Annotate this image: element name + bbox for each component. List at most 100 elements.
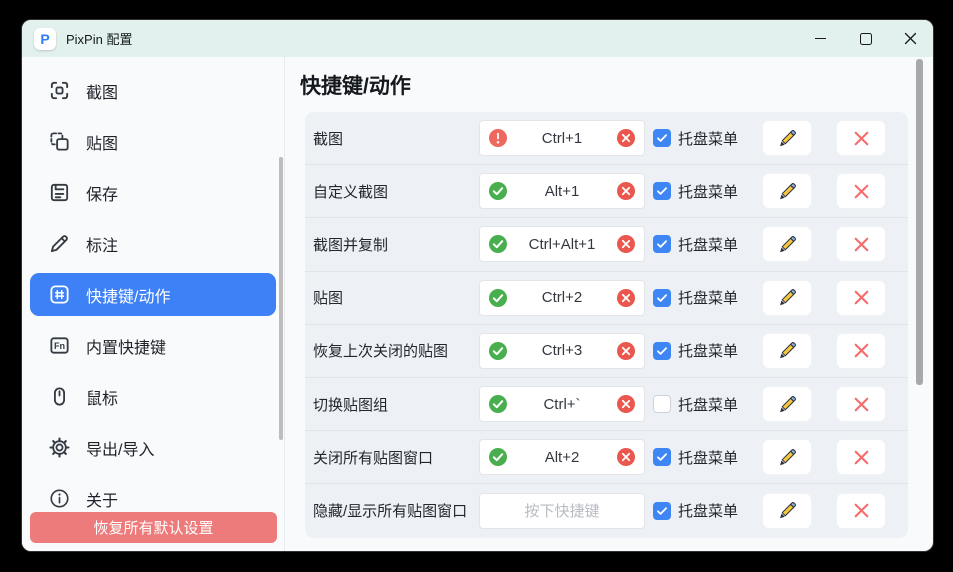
tray-menu-checkbox[interactable] — [653, 289, 671, 307]
clear-hotkey-icon[interactable] — [617, 129, 635, 147]
tray-menu-label: 托盘菜单 — [678, 447, 738, 468]
tray-menu-toggle[interactable]: 托盘菜单 — [653, 447, 749, 468]
edit-hotkey-button[interactable] — [762, 333, 812, 369]
tray-menu-checkbox[interactable] — [653, 502, 671, 520]
tray-menu-checkbox[interactable] — [653, 342, 671, 360]
pencil-icon — [777, 447, 798, 468]
tray-menu-label: 托盘菜单 — [678, 234, 738, 255]
tray-menu-label: 托盘菜单 — [678, 394, 738, 415]
maximize-button[interactable] — [843, 20, 888, 57]
tray-menu-label: 托盘菜单 — [678, 500, 738, 521]
sidebar-item-screenshot[interactable]: 截图 — [22, 65, 284, 116]
tray-menu-toggle[interactable]: 托盘菜单 — [653, 394, 749, 415]
edit-hotkey-button[interactable] — [762, 120, 812, 156]
hotkey-row: 切换贴图组 Ctrl+` 托盘菜单 — [305, 378, 908, 431]
hotkey-row: 截图 Ctrl+1 托盘菜单 — [305, 112, 908, 165]
minimize-icon — [815, 38, 826, 39]
sidebar-item-save[interactable]: 保存 — [22, 167, 284, 218]
sidebar-item-label: 截图 — [86, 79, 118, 103]
main-scrollbar-thumb[interactable] — [916, 59, 923, 385]
ok-icon — [489, 395, 507, 413]
minimize-button[interactable] — [798, 20, 843, 57]
hotkey-row: 隐藏/显示所有贴图窗口 按下快捷键 托盘菜单 — [305, 484, 908, 537]
hotkey-row-label: 截图并复制 — [313, 234, 479, 255]
hotkey-input[interactable]: Ctrl+1 — [479, 120, 645, 156]
sidebar-item-export-import[interactable]: 导出/导入 — [22, 422, 284, 473]
sidebar-item-hotkeys[interactable]: 快捷键/动作 — [30, 273, 276, 316]
hotkey-value: Ctrl+2 — [542, 289, 582, 306]
sidebar: 截图 贴图 保存 标注 快捷键/动作 Fn 内置快捷键 鼠标 导出/导入 关于 … — [22, 57, 285, 551]
delete-x-icon — [852, 235, 871, 254]
reset-defaults-button[interactable]: 恢复所有默认设置 — [30, 512, 277, 543]
edit-hotkey-button[interactable] — [762, 280, 812, 316]
clear-hotkey-icon[interactable] — [617, 235, 635, 253]
hotkey-row-label: 关闭所有贴图窗口 — [313, 447, 479, 468]
hotkey-value: Ctrl+3 — [542, 342, 582, 359]
edit-hotkey-button[interactable] — [762, 493, 812, 529]
clear-hotkey-icon[interactable] — [617, 448, 635, 466]
delete-hotkey-button[interactable] — [836, 493, 886, 529]
sidebar-item-label: 保存 — [86, 181, 118, 205]
screenshot-icon — [48, 79, 71, 102]
delete-hotkey-button[interactable] — [836, 280, 886, 316]
hotkey-input[interactable]: Ctrl+Alt+1 — [479, 226, 645, 262]
tray-menu-checkbox[interactable] — [653, 448, 671, 466]
tray-menu-toggle[interactable]: 托盘菜单 — [653, 234, 749, 255]
hotkey-input[interactable]: Alt+2 — [479, 439, 645, 475]
clear-hotkey-icon[interactable] — [617, 395, 635, 413]
sidebar-item-annotate[interactable]: 标注 — [22, 218, 284, 269]
pin-image-icon — [48, 130, 71, 153]
sidebar-item-builtin-hotkeys[interactable]: Fn 内置快捷键 — [22, 320, 284, 371]
close-button[interactable] — [888, 20, 933, 57]
hotkey-row-label: 切换贴图组 — [313, 394, 479, 415]
hotkey-input[interactable]: Ctrl+3 — [479, 333, 645, 369]
edit-hotkey-button[interactable] — [762, 173, 812, 209]
hotkey-input[interactable]: Ctrl+` — [479, 386, 645, 422]
delete-hotkey-button[interactable] — [836, 333, 886, 369]
hotkey-input[interactable]: 按下快捷键 — [479, 493, 645, 529]
pencil-icon — [777, 340, 798, 361]
tray-menu-toggle[interactable]: 托盘菜单 — [653, 340, 749, 361]
sidebar-item-pin-image[interactable]: 贴图 — [22, 116, 284, 167]
hotkey-row: 关闭所有贴图窗口 Alt+2 托盘菜单 — [305, 431, 908, 484]
edit-hotkey-button[interactable] — [762, 226, 812, 262]
edit-hotkey-button[interactable] — [762, 386, 812, 422]
edit-hotkey-button[interactable] — [762, 439, 812, 475]
delete-hotkey-button[interactable] — [836, 173, 886, 209]
delete-hotkey-button[interactable] — [836, 226, 886, 262]
pencil-icon — [777, 394, 798, 415]
hotkey-value: Ctrl+1 — [542, 130, 582, 147]
export-import-icon — [48, 436, 71, 459]
hotkey-row: 截图并复制 Ctrl+Alt+1 托盘菜单 — [305, 218, 908, 271]
sidebar-scrollbar-thumb[interactable] — [279, 157, 283, 440]
save-icon — [48, 181, 71, 204]
hotkey-input[interactable]: Ctrl+2 — [479, 280, 645, 316]
clear-hotkey-icon[interactable] — [617, 182, 635, 200]
delete-x-icon — [852, 341, 871, 360]
tray-menu-checkbox[interactable] — [653, 129, 671, 147]
hotkey-value: Alt+2 — [545, 449, 580, 466]
sidebar-item-mouse[interactable]: 鼠标 — [22, 371, 284, 422]
hotkey-icon — [48, 283, 71, 306]
delete-hotkey-button[interactable] — [836, 439, 886, 475]
tray-menu-toggle[interactable]: 托盘菜单 — [653, 287, 749, 308]
sidebar-item-label: 关于 — [86, 487, 118, 511]
clear-hotkey-icon[interactable] — [617, 289, 635, 307]
tray-menu-checkbox[interactable] — [653, 395, 671, 413]
hotkey-input[interactable]: Alt+1 — [479, 173, 645, 209]
pencil-icon — [777, 234, 798, 255]
hotkey-row-label: 贴图 — [313, 287, 479, 308]
window-title: PixPin 配置 — [66, 29, 132, 48]
tray-menu-checkbox[interactable] — [653, 182, 671, 200]
delete-hotkey-button[interactable] — [836, 120, 886, 156]
tray-menu-toggle[interactable]: 托盘菜单 — [653, 500, 749, 521]
clear-hotkey-icon[interactable] — [617, 342, 635, 360]
maximize-icon — [860, 33, 872, 45]
tray-menu-toggle[interactable]: 托盘菜单 — [653, 128, 749, 149]
ok-icon — [489, 342, 507, 360]
builtin-hotkey-icon: Fn — [48, 334, 71, 357]
tray-menu-toggle[interactable]: 托盘菜单 — [653, 181, 749, 202]
delete-hotkey-button[interactable] — [836, 386, 886, 422]
tray-menu-checkbox[interactable] — [653, 235, 671, 253]
hotkey-row-label: 恢复上次关闭的贴图 — [313, 340, 479, 361]
